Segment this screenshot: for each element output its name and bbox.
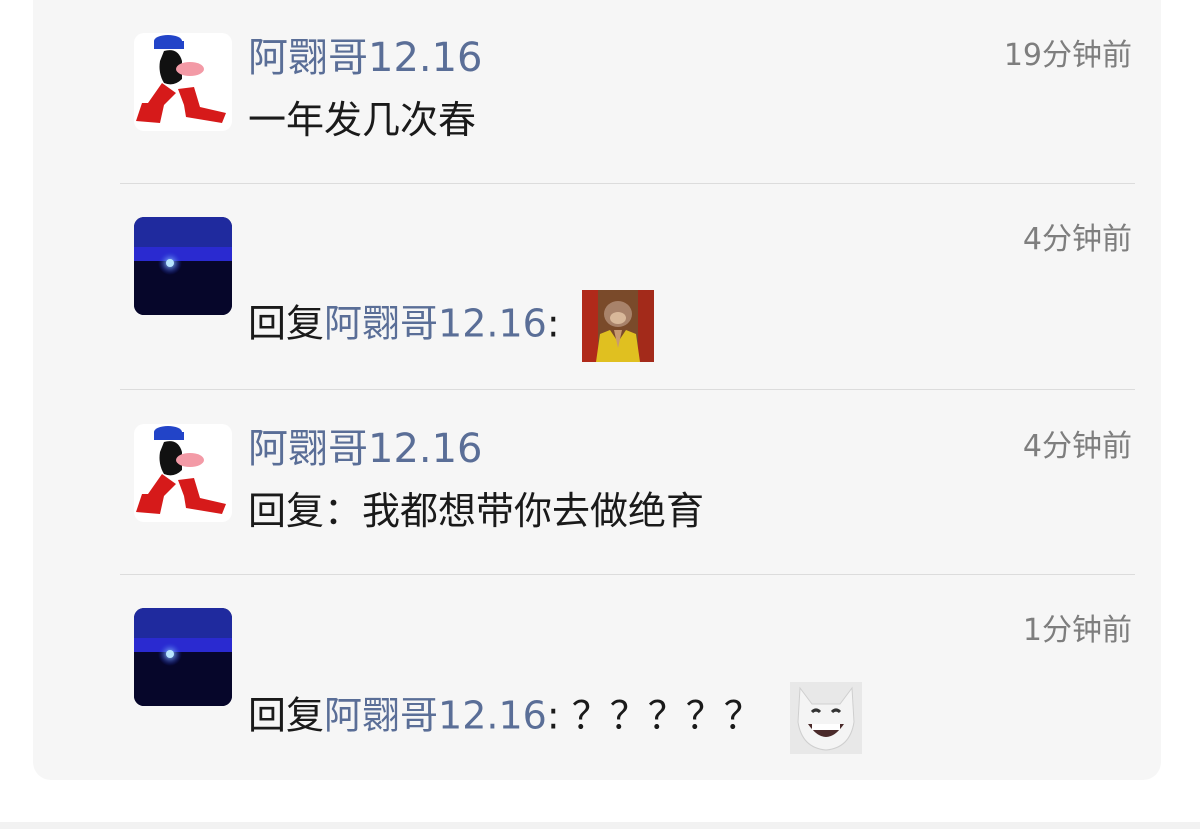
reply-text: 回复阿翾哥12.16: ？？？？？ [248, 682, 862, 754]
monkey-praying-sticker[interactable] [581, 290, 654, 362]
laughing-cat-sticker[interactable] [789, 682, 862, 754]
divider [120, 183, 1135, 184]
comment-text: 一年发几次春 [248, 98, 477, 142]
comment-text: 回复：我都想带你去做绝育 [248, 489, 705, 533]
divider [120, 574, 1135, 575]
reply-suffix: : [546, 301, 560, 346]
comment-time: 4分钟前 [1022, 429, 1132, 464]
cartoon-legs-avatar[interactable] [134, 424, 232, 522]
reply-suffix: : ？？？？？ [546, 693, 762, 738]
comment-time: 1分钟前 [1022, 613, 1132, 648]
reply-text: 回复阿翾哥12.16: [248, 290, 654, 362]
mention-link[interactable]: 阿翾哥12.16 [324, 302, 547, 346]
reply-prefix: 回复 [248, 301, 325, 346]
cartoon-legs-avatar[interactable] [134, 33, 232, 131]
comment-author[interactable]: 阿翾哥12.16 [248, 425, 483, 473]
night-blue-avatar[interactable] [134, 608, 232, 706]
comment-time: 19分钟前 [1003, 38, 1132, 73]
mention-link[interactable]: 阿翾哥12.16 [324, 694, 547, 738]
reply-prefix: 回复 [248, 693, 325, 738]
comment-time: 4分钟前 [1022, 222, 1132, 257]
comment-author[interactable]: 阿翾哥12.16 [248, 34, 483, 82]
bottom-strip [0, 822, 1200, 829]
divider [120, 389, 1135, 390]
night-blue-avatar[interactable] [134, 217, 232, 315]
